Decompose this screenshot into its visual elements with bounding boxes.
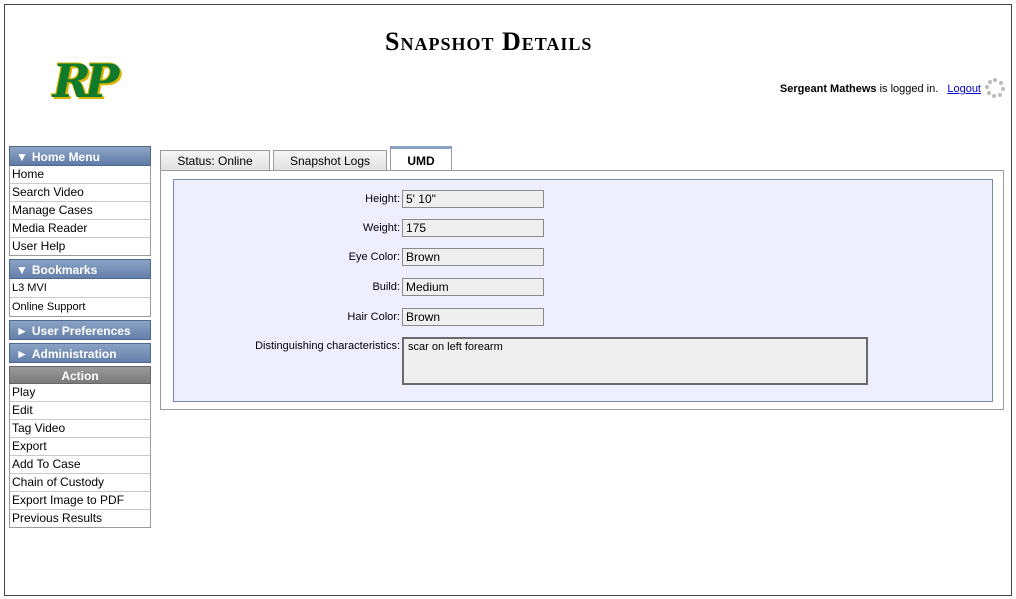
triangle-right-icon: ► bbox=[16, 347, 28, 361]
action-add-to-case[interactable]: Add To Case bbox=[10, 456, 150, 474]
action-export[interactable]: Export bbox=[10, 438, 150, 456]
build-label: Build: bbox=[372, 281, 400, 293]
distinguishing-field[interactable]: scar on left forearm bbox=[402, 337, 868, 385]
logout-link[interactable]: Logout bbox=[947, 83, 981, 95]
action-previous-results[interactable]: Previous Results bbox=[10, 510, 150, 527]
user-preferences-header[interactable]: ► User Preferences bbox=[9, 320, 151, 340]
sidebar-item-home[interactable]: Home bbox=[10, 166, 150, 184]
hair-color-label: Hair Color: bbox=[347, 311, 400, 323]
bookmarks-header[interactable]: ▼ Bookmarks bbox=[9, 259, 151, 279]
action-header: Action bbox=[9, 366, 151, 384]
home-menu-header[interactable]: ▼ Home Menu bbox=[9, 146, 151, 166]
tab-snapshot-logs[interactable]: Snapshot Logs bbox=[273, 150, 387, 170]
action-export-image-to-pdf[interactable]: Export Image to PDF bbox=[10, 492, 150, 510]
user-preferences-title: User Preferences bbox=[31, 324, 131, 338]
umd-form: Height: 5' 10" Weight: 175 Eye Color: Br… bbox=[173, 179, 993, 402]
eye-color-label: Eye Color: bbox=[348, 251, 400, 263]
rp-logo: RP bbox=[19, 21, 147, 141]
logo-text: RP bbox=[52, 54, 120, 108]
administration-title: Administration bbox=[31, 347, 117, 361]
eye-color-field[interactable]: Brown bbox=[402, 248, 544, 266]
logged-in-suffix: is logged in. bbox=[879, 83, 939, 95]
weight-field[interactable]: 175 bbox=[402, 219, 544, 237]
tab-status-online[interactable]: Status: Online bbox=[160, 150, 270, 170]
height-label: Height: bbox=[365, 193, 400, 205]
distinguishing-label: Distinguishing characteristics: bbox=[255, 340, 400, 352]
administration-header[interactable]: ► Administration bbox=[9, 343, 151, 363]
bookmark-online-support[interactable]: Online Support bbox=[10, 298, 150, 316]
home-menu-title: Home Menu bbox=[31, 150, 100, 164]
sidebar-item-manage-cases[interactable]: Manage Cases bbox=[10, 202, 150, 220]
bookmarks-title: Bookmarks bbox=[31, 263, 98, 277]
triangle-right-icon: ► bbox=[16, 324, 28, 338]
build-field[interactable]: Medium bbox=[402, 278, 544, 296]
tab-umd[interactable]: UMD bbox=[390, 146, 452, 171]
triangle-down-icon: ▼ bbox=[16, 150, 28, 164]
triangle-down-icon: ▼ bbox=[16, 263, 28, 277]
login-status: Sergeant Mathews is logged in. Logout bbox=[780, 83, 981, 95]
logged-in-user: Sergeant Mathews bbox=[779, 83, 877, 95]
weight-label: Weight: bbox=[362, 222, 400, 234]
action-play[interactable]: Play bbox=[10, 384, 150, 402]
loading-spinner-icon bbox=[985, 78, 1005, 98]
hair-color-field[interactable]: Brown bbox=[402, 308, 544, 326]
sidebar: ▼ Home Menu Home Search Video Manage Case… bbox=[9, 146, 151, 528]
action-chain-of-custody[interactable]: Chain of Custody bbox=[10, 474, 150, 492]
tab-panel: Height: 5' 10" Weight: 175 Eye Color: Br… bbox=[160, 170, 1004, 410]
bookmark-l3-mvi[interactable]: L3 MVI bbox=[10, 279, 150, 298]
action-edit[interactable]: Edit bbox=[10, 402, 150, 420]
sidebar-item-user-help[interactable]: User Help bbox=[10, 238, 150, 255]
sidebar-item-media-reader[interactable]: Media Reader bbox=[10, 220, 150, 238]
sidebar-item-search-video[interactable]: Search Video bbox=[10, 184, 150, 202]
height-field[interactable]: 5' 10" bbox=[402, 190, 544, 208]
action-tag-video[interactable]: Tag Video bbox=[10, 420, 150, 438]
page-title: Snapshot Details bbox=[385, 27, 593, 56]
